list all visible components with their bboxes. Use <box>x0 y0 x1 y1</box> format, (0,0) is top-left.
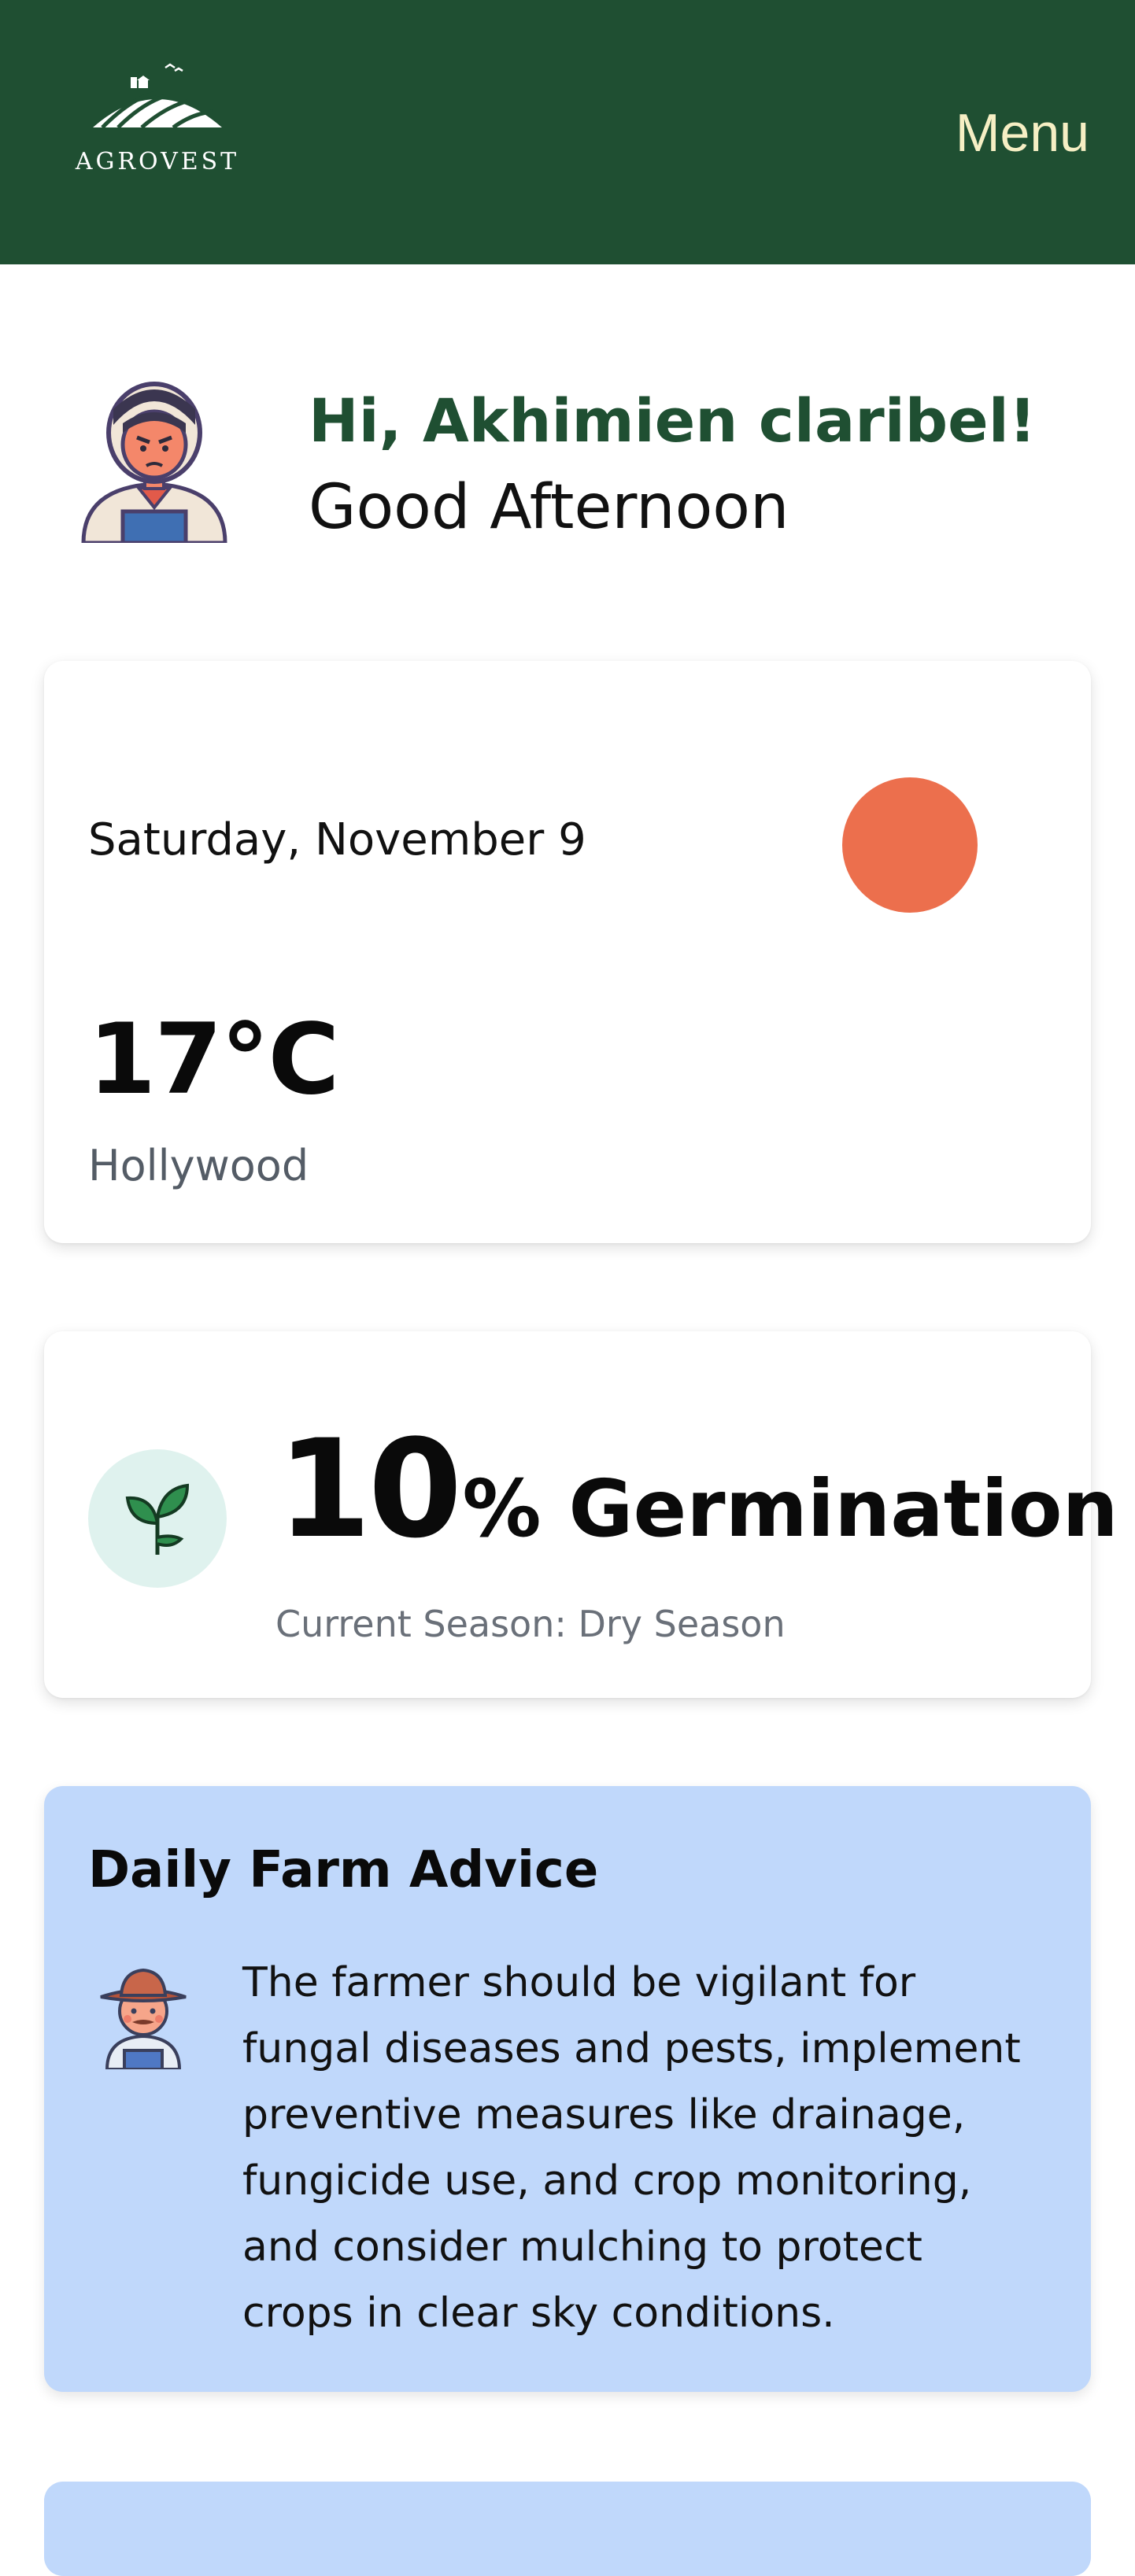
weather-location: Hollywood <box>88 1141 309 1190</box>
greeting-salutation: Good Afternoon <box>309 472 789 543</box>
sun-icon <box>842 777 978 913</box>
advice-title: Daily Farm Advice <box>88 1841 599 1899</box>
app-header: AGROVEST Menu <box>0 0 1135 264</box>
germination-card[interactable]: 10% Germination Current Season: Dry Seas… <box>44 1331 1118 1698</box>
farmer-icon <box>96 1959 190 2071</box>
advice-text: The farmer should be vigilant for fungal… <box>242 1959 1021 2337</box>
farmer-woman-avatar-icon <box>81 382 227 545</box>
weather-temperature: 17°C <box>88 1003 340 1116</box>
sprout-icon <box>125 1483 190 1555</box>
menu-button[interactable]: Menu <box>956 102 1089 164</box>
weather-card[interactable]: Saturday, November 9 17°C Hollywood <box>44 661 1091 1243</box>
sprout-icon-badge <box>88 1449 227 1588</box>
logo-text: AGROVEST <box>75 148 240 175</box>
greeting-section: Hi, Akhimien claribel! Good Afternoon <box>0 330 1135 598</box>
agrovest-logo[interactable]: AGROVEST <box>63 63 252 181</box>
current-season: Current Season: Dry Season <box>275 1603 786 1645</box>
daily-advice-card[interactable]: Daily Farm Advice The farmer should be v… <box>44 1786 1091 2392</box>
weather-date: Saturday, November 9 <box>88 814 586 865</box>
germination-percentage: 10% Germination <box>277 1410 1118 1568</box>
farm-fields-icon <box>93 63 222 130</box>
user-avatar[interactable] <box>76 354 233 545</box>
greeting-name: Hi, Akhimien claribel! <box>309 386 1037 456</box>
germination-value: 10 <box>277 1410 462 1568</box>
next-card[interactable] <box>44 2482 1091 2576</box>
germination-label: % Germination <box>462 1463 1118 1555</box>
